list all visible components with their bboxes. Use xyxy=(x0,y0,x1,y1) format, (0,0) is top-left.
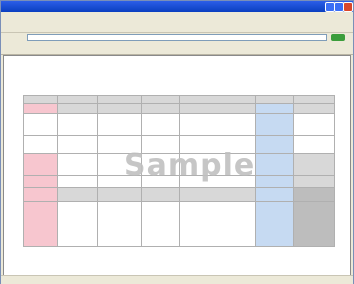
table-cell xyxy=(141,201,180,247)
table-cell xyxy=(293,135,335,154)
menu-bar xyxy=(1,12,353,21)
table-cell xyxy=(141,187,180,202)
table-cell[interactable] xyxy=(179,113,256,136)
table-cell[interactable] xyxy=(97,187,142,202)
table-cell[interactable] xyxy=(57,135,98,154)
table-row xyxy=(23,103,335,114)
table-cell xyxy=(179,103,256,114)
table-cell xyxy=(57,95,98,104)
table-cell xyxy=(293,175,335,188)
table-cell xyxy=(97,103,142,114)
table-cell xyxy=(23,175,58,188)
table-cell[interactable] xyxy=(255,135,294,154)
table-cell xyxy=(293,103,335,114)
table-cell xyxy=(255,153,294,176)
page-content: Sample xyxy=(3,55,351,277)
table-row xyxy=(23,187,335,202)
table-cell xyxy=(179,201,256,247)
table-cell[interactable] xyxy=(23,135,58,154)
table-cell[interactable] xyxy=(255,113,294,136)
address-bar xyxy=(1,33,353,43)
table-cell xyxy=(179,187,256,202)
title-bar xyxy=(1,1,353,12)
table-cell[interactable] xyxy=(141,113,180,136)
table-cell xyxy=(293,113,335,136)
table-cell xyxy=(23,187,58,202)
table-cell[interactable] xyxy=(57,187,98,202)
table-cell xyxy=(179,95,256,104)
table-row xyxy=(23,95,335,104)
table-cell xyxy=(255,95,294,104)
table-cell xyxy=(141,95,180,104)
table-cell xyxy=(57,201,98,247)
table-cell xyxy=(57,103,98,114)
table-cell xyxy=(293,153,335,176)
window-controls xyxy=(325,2,353,12)
table-cell xyxy=(23,153,58,176)
table-cell xyxy=(23,201,58,247)
table-cell xyxy=(293,95,335,104)
table-row xyxy=(23,201,335,247)
table-cell[interactable] xyxy=(57,175,98,188)
table-cell xyxy=(255,103,294,114)
table-cell xyxy=(97,201,142,247)
close-icon[interactable] xyxy=(343,2,353,12)
table-cell xyxy=(255,175,294,188)
status-bar xyxy=(1,275,353,284)
links-bar xyxy=(1,44,353,55)
table-cell xyxy=(23,95,58,104)
table-cell xyxy=(293,201,335,247)
address-input[interactable] xyxy=(27,34,327,41)
table-cell xyxy=(293,187,335,202)
table-cell[interactable] xyxy=(23,113,58,136)
go-button[interactable] xyxy=(331,34,345,41)
sample-watermark: Sample xyxy=(124,148,256,183)
table-cell xyxy=(57,153,98,176)
table-cell xyxy=(255,201,294,247)
table-cell xyxy=(255,187,294,202)
table-cell xyxy=(97,95,142,104)
table-row xyxy=(23,113,335,136)
table-cell[interactable] xyxy=(57,113,98,136)
browser-window: Sample xyxy=(0,0,354,284)
table-cell[interactable] xyxy=(97,113,142,136)
table-cell xyxy=(23,103,58,114)
table-cell xyxy=(141,103,180,114)
toolbar xyxy=(1,21,353,33)
